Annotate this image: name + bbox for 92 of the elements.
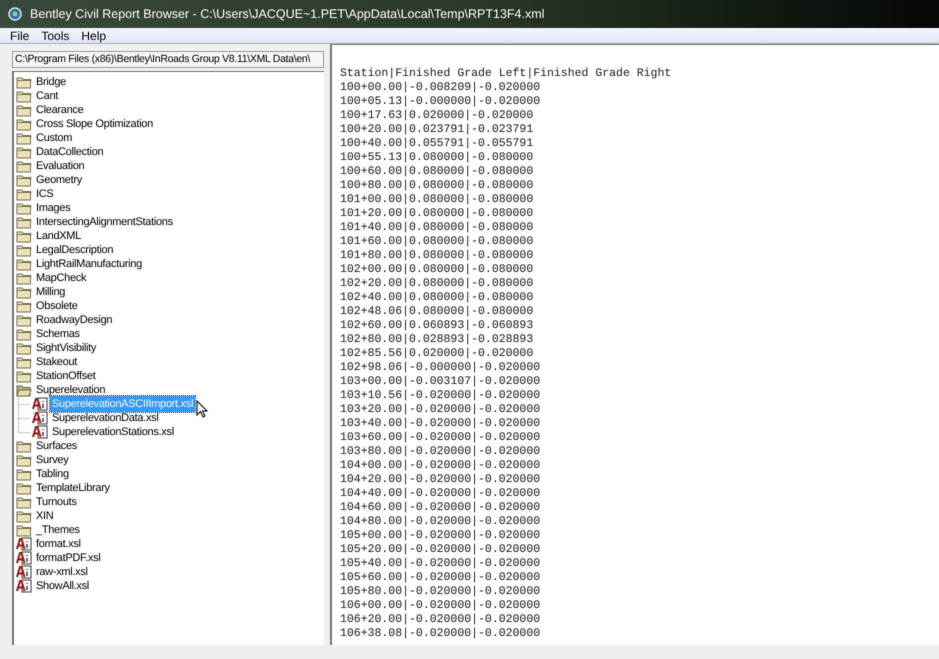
folder-item[interactable]: Survey [34, 452, 70, 468]
report-line: 100+55.13|0.080000|-0.080000 [340, 151, 534, 165]
report-line: 101+20.00|0.080000|-0.080000 [340, 207, 534, 221]
folder-item[interactable]: Custom [34, 130, 74, 146]
stylesheet-entry[interactable]: format.xsl [34, 536, 83, 552]
folder-item[interactable]: Cant [34, 88, 60, 104]
report-line: 105+60.00|-0.020000|-0.020000 [340, 571, 542, 585]
folder-item[interactable]: DataCollection [34, 144, 106, 160]
folder-item[interactable]: ICS [34, 186, 56, 202]
folder-item[interactable]: IntersectingAlignmentStations [34, 214, 175, 230]
menu-item[interactable]: File [4, 26, 36, 44]
report-line: 105+20.00|-0.020000|-0.020000 [340, 543, 542, 557]
report-line: 100+05.13|-0.000000|-0.020000 [340, 95, 542, 109]
report-line: 101+80.00|0.080000|-0.080000 [340, 249, 534, 263]
report-line: 102+48.06|0.080000|-0.080000 [340, 305, 534, 319]
menu-item[interactable]: Tools [35, 26, 76, 44]
folder-item[interactable]: Clearance [34, 102, 86, 118]
mouse-cursor-icon [196, 400, 208, 418]
path-field[interactable]: C:\Program Files (x86)\Bentley\InRoads Group V8.11\XML Data\en\ [12, 51, 324, 68]
stylesheet-file-icon [32, 397, 48, 411]
folder-item[interactable]: Cross Slope Optimization [34, 116, 155, 132]
report-line: 102+80.00|0.028893|-0.028893 [340, 333, 534, 347]
report-line: 101+40.00|0.080000|-0.080000 [340, 221, 534, 235]
report-line: 100+00.00|-0.008209|-0.020000 [340, 81, 542, 95]
report-line: 100+17.63|0.020000|-0.020000 [340, 109, 534, 123]
stylesheet-file-icon [32, 411, 48, 425]
report-line: 104+80.00|-0.020000|-0.020000 [340, 515, 542, 529]
report-line: 104+40.00|-0.020000|-0.020000 [340, 487, 542, 501]
report-line: 103+40.00|-0.020000|-0.020000 [340, 417, 542, 431]
folder-item[interactable]: Images [34, 200, 72, 216]
report-line: 103+20.00|-0.020000|-0.020000 [340, 403, 542, 417]
report-line: 100+80.00|0.080000|-0.080000 [340, 179, 534, 193]
report-line: 106+38.08|-0.020000|-0.020000 [340, 627, 542, 641]
report-line: 102+98.06|-0.000000|-0.020000 [340, 361, 542, 375]
report-line: 102+60.00|0.060893|-0.060893 [340, 319, 534, 333]
report-line: 106+00.00|-0.020000|-0.020000 [340, 599, 542, 613]
folder-item[interactable]: Evaluation [34, 158, 86, 174]
app-icon [8, 7, 22, 21]
report-line: 102+40.00|0.080000|-0.080000 [340, 291, 534, 305]
stylesheet-file-icon [16, 551, 32, 565]
folder-item[interactable]: Obsolete [34, 298, 80, 314]
report-line: 106+20.00|-0.020000|-0.020000 [340, 613, 542, 627]
stylesheet-entry[interactable]: formatPDF.xsl [34, 550, 103, 566]
folder-item[interactable]: Surfaces [34, 438, 80, 454]
menu-item[interactable]: Help [75, 26, 112, 44]
report-line: 103+60.00|-0.020000|-0.020000 [340, 431, 542, 445]
stylesheet-entry[interactable]: raw-xml.xsl [34, 564, 90, 580]
report-line: 102+85.56|0.020000|-0.020000 [340, 347, 534, 361]
report-line: Station|Finished Grade Left|Finished Grade Right [340, 67, 672, 81]
folder-item[interactable]: Bridge [34, 74, 68, 90]
report-line: 100+20.00|0.023791|-0.023791 [340, 123, 534, 137]
folder-item[interactable]: SightVisibility [34, 340, 98, 356]
folder-item[interactable]: Tabling [34, 466, 71, 482]
folder-item[interactable]: LandXML [34, 228, 83, 244]
report-line: 103+10.56|-0.020000|-0.020000 [340, 389, 542, 403]
report-line: 102+00.00|0.080000|-0.080000 [340, 263, 534, 277]
folder-item[interactable]: LegalDescription [34, 242, 116, 258]
report-line: 105+40.00|-0.020000|-0.020000 [340, 557, 542, 571]
stylesheet-entry[interactable]: ShowAll.xsl [34, 578, 91, 594]
tree-connector [18, 397, 30, 411]
report-line: 105+80.00|-0.020000|-0.020000 [340, 585, 542, 599]
folder-item[interactable]: Turnouts [34, 494, 79, 510]
folder-item[interactable]: XIN [34, 508, 56, 524]
folder-item[interactable]: TemplateLibrary [34, 480, 112, 496]
report-line: 104+60.00|-0.020000|-0.020000 [340, 501, 542, 515]
report-line: 101+60.00|0.080000|-0.080000 [340, 235, 534, 249]
folder-item[interactable]: _Themes [34, 522, 82, 538]
stylesheet-file-icon [16, 579, 32, 593]
report-line: 103+80.00|-0.020000|-0.020000 [340, 445, 542, 459]
report-line: 101+00.00|0.080000|-0.080000 [340, 193, 534, 207]
folder-item[interactable]: Stakeout [34, 354, 80, 370]
report-line: 104+20.00|-0.020000|-0.020000 [340, 473, 542, 487]
report-line: 100+40.00|0.055791|-0.055791 [340, 137, 534, 151]
report-line: 102+20.00|0.080000|-0.080000 [340, 277, 534, 291]
report-line: 103+00.00|-0.003107|-0.020000 [340, 375, 542, 389]
window-title: Bentley Civil Report Browser - C:\Users\JACQUE~1.PET\AppData\Local\Temp\RPT13F4.xml [30, 6, 544, 23]
stylesheet-entry[interactable]: SuperelevationData.xsl [50, 410, 161, 426]
report-line: 105+00.00|-0.020000|-0.020000 [340, 529, 542, 543]
folder-item[interactable]: Milling [34, 284, 68, 300]
folder-item[interactable]: Superelevation [34, 382, 108, 398]
folder-item[interactable]: Schemas [34, 326, 82, 342]
stylesheet-file-icon [16, 565, 32, 579]
stylesheet-file-icon [16, 537, 32, 551]
folder-item[interactable]: MapCheck [34, 270, 88, 286]
report-line: 100+60.00|0.080000|-0.080000 [340, 165, 534, 179]
folder-item[interactable]: StationOffset [34, 368, 98, 384]
folder-item[interactable]: Geometry [34, 172, 84, 188]
stylesheet-file-icon [32, 425, 48, 439]
folder-item[interactable]: LightRailManufacturing [34, 256, 144, 272]
report-line: 104+00.00|-0.020000|-0.020000 [340, 459, 542, 473]
stylesheet-entry[interactable]: SuperelevationStations.xsl [50, 424, 176, 440]
folder-item[interactable]: RoadwayDesign [34, 312, 114, 328]
